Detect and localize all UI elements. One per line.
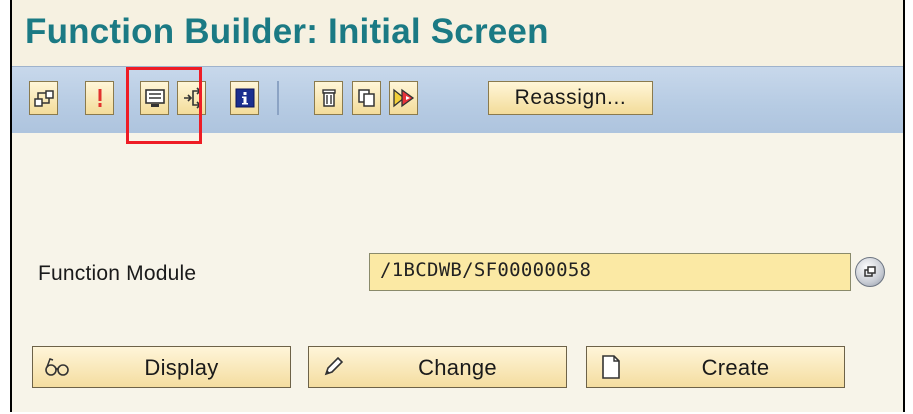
value-help-button[interactable] <box>855 257 885 287</box>
new-document-icon <box>596 353 626 381</box>
glasses-icon <box>42 353 72 381</box>
rename-icon <box>392 88 414 108</box>
pencil-icon <box>318 353 348 381</box>
copy-icon <box>357 89 375 107</box>
create-button[interactable]: Create <box>586 346 845 388</box>
title-bar: Function Builder: Initial Screen <box>12 0 903 66</box>
reassign-button[interactable]: Reassign... <box>488 81 653 115</box>
highlight-box <box>126 67 202 144</box>
trash-icon <box>321 89 336 107</box>
delete-button[interactable] <box>314 81 343 115</box>
window-frame: Function Builder: Initial Screen Reassig… <box>10 0 905 412</box>
toolbar-separator <box>277 81 279 115</box>
change-button[interactable]: Change <box>308 346 567 388</box>
copy-button[interactable] <box>352 81 381 115</box>
info-button[interactable] <box>230 81 259 115</box>
function-module-label: Function Module <box>38 262 197 285</box>
value-help-icon <box>864 266 876 277</box>
display-button[interactable]: Display <box>32 346 291 388</box>
display-label: Display <box>144 355 219 380</box>
object-hierarchy-icon <box>33 90 54 107</box>
change-label: Change <box>418 355 497 380</box>
function-module-input[interactable]: /1BCDWB/SF00000058 <box>369 253 851 291</box>
create-label: Create <box>701 355 770 380</box>
check-icon <box>98 89 101 107</box>
info-icon <box>235 88 254 108</box>
check-button[interactable] <box>85 81 114 115</box>
other-object-button[interactable] <box>29 81 58 115</box>
rename-button[interactable] <box>389 81 418 115</box>
page-title: Function Builder: Initial Screen <box>25 12 549 51</box>
